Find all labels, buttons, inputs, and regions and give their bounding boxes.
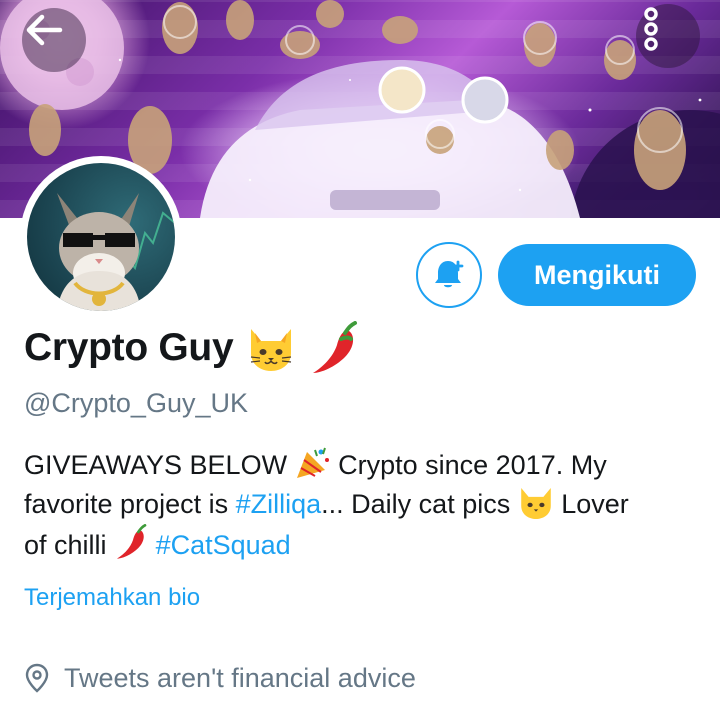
notifications-button[interactable]	[416, 242, 482, 308]
user-handle: @Crypto_Guy_UK	[24, 388, 248, 418]
chili-pepper-icon	[117, 524, 147, 559]
more-vertical-icon	[644, 7, 658, 51]
party-popper-icon	[296, 447, 329, 478]
bio-text: ... Daily cat pics	[321, 489, 511, 519]
bio-text: Lover	[561, 489, 629, 519]
avatar-image	[27, 163, 175, 311]
cat-avatar-illustration	[57, 193, 175, 311]
cat-face-icon	[247, 325, 295, 371]
display-name-row: Crypto Guy	[24, 320, 359, 376]
bell-plus-icon	[435, 260, 464, 288]
following-button-label: Mengikuti	[534, 259, 660, 290]
display-name: Crypto Guy	[24, 326, 234, 369]
profile-avatar[interactable]	[20, 156, 182, 318]
bio-text: GIVEAWAYS BELOW	[24, 450, 288, 480]
back-button[interactable]	[22, 8, 86, 72]
translate-bio-link[interactable]: Terjemahkan bio	[24, 584, 200, 612]
location-text: Tweets aren't financial advice	[64, 662, 416, 693]
bio-text: of chilli	[24, 530, 107, 560]
following-button[interactable]: Mengikuti	[498, 244, 696, 306]
bio-text: favorite project is	[24, 489, 229, 519]
more-options-button[interactable]	[636, 4, 700, 68]
hashtag-link[interactable]: #CatSquad	[156, 530, 291, 560]
bio-text: Crypto since 2017. My	[338, 450, 607, 480]
location-pin-icon	[24, 663, 50, 693]
chili-pepper-icon	[309, 321, 359, 375]
profile-location: Tweets aren't financial advice	[24, 660, 416, 696]
cat-face-icon	[520, 487, 551, 519]
profile-bio: GIVEAWAYS BELOW Crypto since 2017. My fa…	[24, 446, 704, 565]
arrow-left-icon	[26, 14, 63, 46]
hashtag-link[interactable]: #Zilliqa	[236, 489, 322, 519]
